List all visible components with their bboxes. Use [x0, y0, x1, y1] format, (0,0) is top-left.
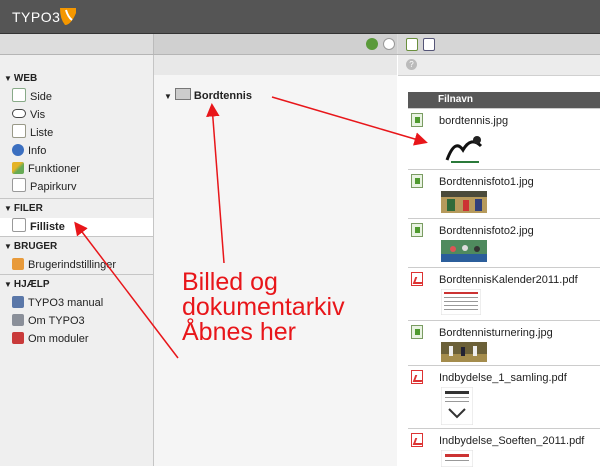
module-label: Side — [30, 91, 53, 103]
file-thumbnail — [441, 289, 481, 315]
refresh-icon[interactable] — [366, 38, 378, 50]
file-thumbnail — [441, 240, 487, 262]
file-name[interactable]: bordtennis.jpg — [439, 115, 508, 127]
folder-tree: ▼ Bordtennis — [154, 55, 397, 466]
doc-header — [0, 34, 600, 55]
group-label: BRUGER — [13, 241, 58, 252]
file-name[interactable]: Indbydelse_1_samling.pdf — [439, 372, 567, 384]
filter-icon[interactable] — [383, 38, 395, 50]
pdf-file-icon — [411, 433, 423, 447]
image-file-icon — [411, 223, 423, 237]
module-label: Vis — [30, 109, 46, 121]
module-filliste[interactable]: Filliste — [0, 218, 153, 236]
user-settings-icon — [12, 258, 24, 270]
module-group-web: ▼ WEB Side Vis Liste Info Funktioner Papi… — [0, 70, 153, 196]
module-label: Filliste — [30, 221, 65, 233]
new-file-icon[interactable] — [406, 38, 418, 51]
group-title-web[interactable]: ▼ WEB — [0, 70, 153, 88]
module-info[interactable]: Info — [0, 142, 153, 160]
group-label: HJÆLP — [13, 279, 50, 290]
eye-icon — [12, 109, 26, 118]
module-papirkurv[interactable]: Papirkurv — [0, 178, 153, 196]
module-om-moduler[interactable]: Om moduler — [0, 330, 153, 348]
file-row[interactable]: bordtennis.jpg — [408, 108, 600, 170]
collapse-icon[interactable]: ▼ — [164, 92, 172, 101]
module-label: Brugerindstillinger — [28, 259, 117, 271]
module-typo3-manual[interactable]: TYPO3 manual — [0, 294, 153, 312]
navigation-toolbar — [154, 34, 397, 54]
file-thumbnail — [441, 130, 489, 166]
module-funktioner[interactable]: Funktioner — [0, 160, 153, 178]
module-brugerindstillinger[interactable]: Brugerindstillinger — [0, 256, 153, 274]
annotation-line: Åbnes her — [182, 318, 296, 346]
module-vis[interactable]: Vis — [0, 106, 153, 124]
folder-icon — [174, 88, 191, 100]
info-icon — [12, 144, 24, 156]
module-label: Info — [28, 145, 47, 157]
image-file-icon — [411, 325, 423, 339]
file-row[interactable]: Indbydelse_Soeften_2011.pdf — [408, 428, 600, 467]
module-om-typo3[interactable]: Om TYPO3 — [0, 312, 153, 330]
image-file-icon — [411, 113, 423, 127]
upload-icon[interactable] — [423, 38, 435, 51]
module-label: Om moduler — [28, 333, 89, 345]
file-name[interactable]: Indbydelse_Soeften_2011.pdf — [439, 435, 584, 447]
module-label: Funktioner — [28, 163, 80, 175]
file-row[interactable]: Bordtennisfoto2.jpg — [408, 218, 600, 268]
image-file-icon — [411, 174, 423, 188]
file-row[interactable]: Indbydelse_1_samling.pdf — [408, 365, 600, 429]
file-thumbnail — [441, 450, 473, 467]
file-thumbnail — [441, 387, 473, 425]
top-bar: TYPO3 — [0, 0, 600, 34]
module-label: TYPO3 manual — [28, 297, 104, 309]
list-icon — [12, 124, 26, 138]
module-group-hjaelp: ▼ HJÆLP TYPO3 manual Om TYPO3 Om moduler — [0, 276, 153, 348]
about-modules-icon — [12, 332, 24, 344]
module-group-filer: ▼ FILER Filliste — [0, 200, 153, 236]
filelist-toolbar — [398, 34, 600, 54]
filelist-header: Filnavn — [408, 92, 600, 108]
about-icon — [12, 314, 24, 326]
annotation-line: dokumentarkiv — [182, 293, 345, 321]
wand-icon — [12, 162, 24, 174]
manual-icon — [12, 296, 24, 308]
pdf-file-icon — [411, 370, 423, 384]
annotation-text: Billed og dokumentarkiv Åbnes her — [182, 270, 345, 345]
file-name[interactable]: Bordtennisfoto2.jpg — [439, 225, 534, 237]
column-filnavn[interactable]: Filnavn — [438, 94, 473, 105]
typo3-logo-text: TYPO3 — [12, 9, 61, 25]
module-label: Papirkurv — [30, 181, 77, 193]
file-name[interactable]: BordtennisKalender2011.pdf — [439, 274, 578, 286]
module-menu: ▼ WEB Side Vis Liste Info Funktioner Papi… — [0, 55, 154, 466]
trash-icon — [12, 178, 26, 192]
page-module-icon — [12, 88, 26, 102]
file-thumbnail — [441, 342, 487, 362]
file-row[interactable]: BordtennisKalender2011.pdf — [408, 267, 600, 321]
help-icon[interactable]: ? — [406, 59, 417, 70]
annotation-line: Billed og — [182, 268, 278, 296]
folder-list-icon — [12, 218, 26, 232]
tree-root-folder[interactable]: ▼ Bordtennis — [164, 88, 252, 102]
tree-root-label: Bordtennis — [193, 90, 252, 102]
file-list: ? Filnavn bordtennis.jpg Bordtennisfoto1… — [398, 55, 600, 467]
module-liste[interactable]: Liste — [0, 124, 153, 142]
group-title-hjaelp[interactable]: ▼ HJÆLP — [0, 276, 153, 294]
module-group-bruger: ▼ BRUGER Brugerindstillinger — [0, 238, 153, 274]
module-side[interactable]: Side — [0, 88, 153, 106]
group-title-bruger[interactable]: ▼ BRUGER — [0, 238, 153, 256]
file-row[interactable]: Bordtennisfoto1.jpg — [408, 169, 600, 219]
typo3-logo-icon — [60, 8, 76, 25]
file-name[interactable]: Bordtennisfoto1.jpg — [439, 176, 534, 188]
file-thumbnail — [441, 191, 487, 213]
module-label: Liste — [30, 127, 54, 139]
file-name[interactable]: Bordtennisturnering.jpg — [439, 327, 553, 339]
group-label: WEB — [13, 73, 38, 84]
pdf-file-icon — [411, 272, 423, 286]
module-label: Om TYPO3 — [28, 315, 85, 327]
group-label: FILER — [13, 203, 43, 214]
group-title-filer[interactable]: ▼ FILER — [0, 200, 153, 218]
file-row[interactable]: Bordtennisturnering.jpg — [408, 320, 600, 366]
